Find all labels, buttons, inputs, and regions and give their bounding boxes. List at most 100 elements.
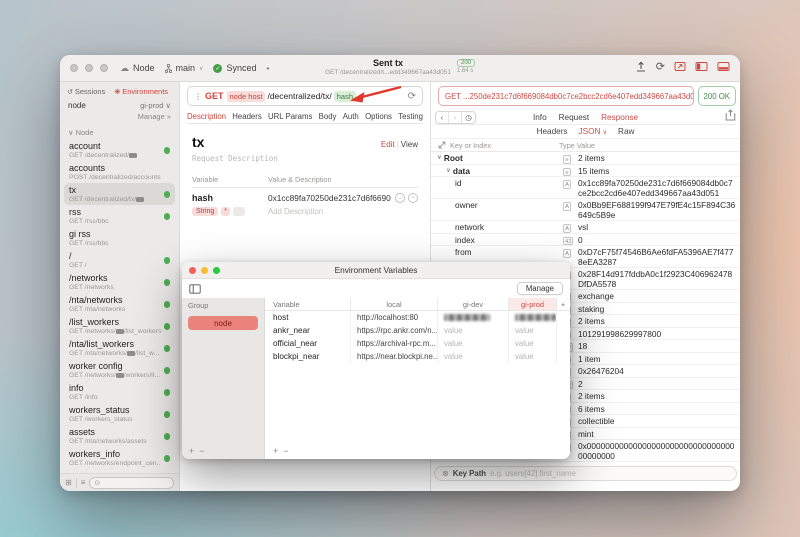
sort-filter-icon[interactable]: ≡ <box>81 478 86 487</box>
sidebar-request-item[interactable]: assetsGET /nta/networks/assets <box>64 425 175 447</box>
view-link[interactable]: View <box>401 140 418 149</box>
close-window-button[interactable] <box>70 64 78 72</box>
minimize-window-button[interactable] <box>85 64 93 72</box>
zoom-window-button[interactable] <box>100 64 108 72</box>
json-tree-row[interactable]: ownerA0x0Bb9EF688199f947E79fE4c15F894C36… <box>431 199 740 221</box>
refresh-icon[interactable]: ⟳ <box>408 91 416 102</box>
sidebar-section-node[interactable]: ∨ Node <box>60 121 179 139</box>
new-window-icon[interactable] <box>674 61 686 72</box>
sidebar-request-item[interactable]: rssGET /rss/bbc <box>64 205 175 227</box>
url-env-variable-chip[interactable]: node host <box>227 91 266 102</box>
sidebar-request-item[interactable]: gi rssGET /rss/bbc <box>64 227 175 249</box>
dialog-traffic-lights[interactable] <box>189 267 220 274</box>
add-description-placeholder[interactable]: Add Description <box>268 207 391 216</box>
json-tree-row[interactable]: networkAvsl <box>431 221 740 234</box>
gi-dev-value[interactable]: value <box>437 350 508 363</box>
manage-button[interactable]: Manage <box>517 282 563 295</box>
dialog-zoom-button[interactable] <box>213 267 220 274</box>
gi-dev-value[interactable]: value <box>437 324 508 337</box>
sidebar-tab-sessions[interactable]: ↺Sessions <box>67 87 105 96</box>
gi-dev-value[interactable]: value <box>437 337 508 350</box>
group-add-remove[interactable]: +− <box>189 446 210 456</box>
column-header-variable[interactable]: Variable <box>265 298 350 310</box>
toggle-sidebar-icon[interactable] <box>695 61 708 72</box>
column-header-gi-dev[interactable]: gi-dev <box>437 298 508 310</box>
request-tab-description[interactable]: Description <box>187 112 226 121</box>
edit-link[interactable]: Edit <box>381 140 395 149</box>
import-icon[interactable] <box>635 61 647 72</box>
sidebar-request-item[interactable]: workers_infoGET /networks/endpoint_cen..… <box>64 447 175 469</box>
json-tree-row[interactable]: ∨data≡15 items <box>431 165 740 178</box>
history-back-button[interactable]: ‹ <box>436 112 449 123</box>
json-tree-row[interactable]: index420 <box>431 234 740 247</box>
gi-prod-value[interactable]: value <box>508 337 556 350</box>
view-tab-raw[interactable]: Raw <box>618 127 634 136</box>
history-clock-button[interactable]: ◷ <box>462 112 475 123</box>
request-tab-testing[interactable]: Testing <box>398 112 423 121</box>
view-tab-json[interactable]: JSON ∨ <box>579 127 608 136</box>
dialog-toggle-sidebar-icon[interactable] <box>189 284 201 294</box>
sidebar-request-item[interactable]: infoGET /info <box>64 381 175 403</box>
gi-prod-value[interactable]: value <box>508 324 556 337</box>
response-url-summary[interactable]: GET ...250de231c7d6f669084db0c7ce2bcc2cd… <box>438 86 694 106</box>
variable-add-remove[interactable]: +− <box>273 446 294 456</box>
new-request-icon[interactable]: ⊞ <box>65 478 72 487</box>
environment-selector[interactable]: gi-prod ∨ <box>140 101 171 110</box>
json-tree-row[interactable]: ∨Root≡2 items <box>431 152 740 165</box>
sidebar-request-item[interactable]: accountGET /decentralized/ <box>64 139 175 161</box>
environment-variable-row[interactable]: blockpi_nearhttps://near.blockpi.ne...va… <box>265 350 570 363</box>
dialog-close-button[interactable] <box>189 267 196 274</box>
environment-variable-row[interactable]: official_nearhttps://archival-rpc.m...va… <box>265 337 570 350</box>
request-tab-options[interactable]: Options <box>365 112 392 121</box>
column-header-local[interactable]: local <box>350 298 437 310</box>
sidebar-request-item[interactable]: worker configGET /networks//workers/li..… <box>64 359 175 381</box>
json-tree-row[interactable]: idA0x1cc89fa70250de231c7d6f669084db0c7ce… <box>431 177 740 199</box>
sidebar-request-item[interactable]: /nta/networksGET /nta/networks <box>64 293 175 315</box>
local-value[interactable]: https://archival-rpc.m... <box>350 337 437 350</box>
local-value[interactable]: https://near.blockpi.ne... <box>350 350 437 363</box>
sidebar-request-item[interactable]: /GET / <box>64 249 175 271</box>
request-tab-body[interactable]: Body <box>319 112 337 121</box>
key-path-input[interactable]: ⊗ Key Path e.g. users[42].first_name <box>434 466 737 481</box>
view-tab-headers[interactable]: Headers <box>537 127 568 136</box>
branch-selector[interactable]: main ∨ <box>165 63 204 73</box>
local-value[interactable]: http://localhost:80 <box>350 311 437 324</box>
insert-value-icon[interactable]: → <box>395 193 405 203</box>
add-environment-column-button[interactable]: + <box>556 298 569 310</box>
gi-prod-value[interactable] <box>508 311 556 324</box>
required-chip[interactable]: * <box>221 207 230 216</box>
sidebar-request-item[interactable]: txGET /decentralized/tx/ <box>64 183 175 205</box>
response-tab-request[interactable]: Request <box>559 113 590 122</box>
manage-environments-link[interactable]: Manage » <box>60 110 179 121</box>
request-tab-headers[interactable]: Headers <box>232 112 261 121</box>
response-tab-info[interactable]: Info <box>533 113 547 122</box>
disclosure-triangle[interactable]: ∨ <box>446 166 451 176</box>
request-tab-url-params[interactable]: URL Params <box>268 112 312 121</box>
response-tab-response[interactable]: Response <box>601 113 638 122</box>
json-tree-row[interactable]: A0xD7cF75f74546B6Ae6fdFA5396AE7f4778eEA3… <box>431 462 740 465</box>
variable-value[interactable]: 0x1cc89fa70250de231c7d6f669084d... <box>268 193 391 203</box>
dialog-minimize-button[interactable] <box>201 267 208 274</box>
request-description-placeholder[interactable]: Request Description <box>180 150 430 163</box>
local-value[interactable]: https://rpc.ankr.com/n... <box>350 324 437 337</box>
environment-variable-row[interactable]: hosthttp://localhost:80 <box>265 311 570 324</box>
remove-row-icon[interactable]: − <box>408 193 418 203</box>
sidebar-request-item[interactable]: /nta/list_workersGET /nta/networks//list… <box>64 337 175 359</box>
request-method[interactable]: GET <box>205 91 224 101</box>
sidebar-request-item[interactable]: accountsPOST /decentralized/accounts <box>64 161 175 183</box>
disclosure-triangle[interactable]: ∨ <box>437 153 442 163</box>
sidebar-search-input[interactable]: ⊙ <box>89 477 174 489</box>
option-chip[interactable] <box>233 207 245 216</box>
gi-dev-value[interactable] <box>437 311 508 324</box>
sync-status[interactable]: ✓ Synced <box>213 63 256 73</box>
group-item-node[interactable]: node <box>188 316 258 330</box>
sidebar-request-item[interactable]: /networksGET /networks <box>64 271 175 293</box>
gi-prod-value[interactable]: value <box>508 350 556 363</box>
toggle-bottom-panel-icon[interactable] <box>717 61 730 72</box>
column-header-gi-prod[interactable]: gi-prod <box>508 298 556 310</box>
request-tab-auth[interactable]: Auth <box>343 112 359 121</box>
project-selector[interactable]: ☁ Node <box>120 63 155 74</box>
traffic-lights[interactable] <box>70 64 108 72</box>
expand-all-icon[interactable] <box>438 141 446 149</box>
share-icon[interactable] <box>725 108 736 126</box>
